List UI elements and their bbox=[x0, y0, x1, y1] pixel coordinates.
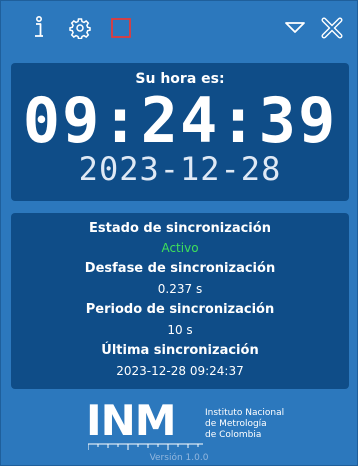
clock-time: 09:24:39 bbox=[22, 84, 338, 157]
logo-line-3: de Colombia bbox=[205, 430, 262, 440]
app-window: Su hora es: 09:24:39 2023-12-28 Estado d… bbox=[0, 0, 358, 466]
sync-status-value: Activo bbox=[161, 241, 199, 255]
ruler-icon bbox=[88, 443, 203, 450]
stop-button[interactable] bbox=[108, 15, 134, 41]
sync-last-value: 2023-12-28 09:24:37 bbox=[116, 364, 244, 378]
inm-logo: INM Instituto Nacional de Metrología de … bbox=[86, 397, 286, 453]
settings-button[interactable] bbox=[67, 15, 93, 41]
toolbar bbox=[1, 1, 358, 53]
square-icon bbox=[111, 18, 131, 38]
logo-inm: INM bbox=[86, 396, 177, 445]
info-button[interactable] bbox=[28, 15, 50, 41]
clock-panel: Su hora es: 09:24:39 2023-12-28 bbox=[11, 63, 349, 201]
logo-line-2: de Metrología bbox=[205, 419, 267, 429]
close-icon bbox=[321, 17, 343, 39]
clock-date: 2023-12-28 bbox=[78, 150, 282, 188]
sync-last-heading: Última sincronización bbox=[101, 343, 259, 358]
sync-offset-heading: Desfase de sincronización bbox=[84, 261, 276, 276]
sync-period-heading: Periodo de sincronización bbox=[85, 302, 275, 317]
version-label: Versión 1.0.0 bbox=[149, 453, 209, 463]
close-button[interactable] bbox=[319, 15, 345, 41]
sync-period-value: 10 s bbox=[167, 323, 193, 337]
sync-status-heading: Estado de sincronización bbox=[89, 221, 271, 236]
info-icon bbox=[35, 16, 43, 37]
sync-panel: Estado de sincronización Activo Desfase … bbox=[11, 213, 349, 389]
collapse-button[interactable] bbox=[282, 15, 308, 41]
gear-icon bbox=[69, 18, 91, 39]
logo-text: Instituto Nacional de Metrología de Colo… bbox=[205, 408, 284, 441]
chevron-down-icon bbox=[285, 22, 305, 33]
logo-line-1: Instituto Nacional bbox=[205, 408, 285, 418]
sync-offset-value: 0.237 s bbox=[157, 282, 203, 296]
